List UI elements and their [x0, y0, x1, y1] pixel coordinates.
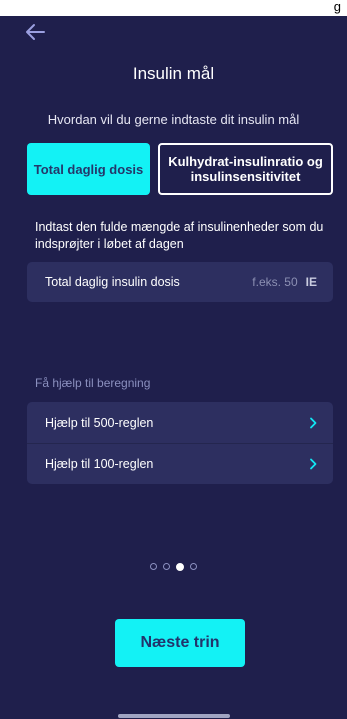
- page-dot: [190, 563, 197, 570]
- back-button[interactable]: [23, 20, 47, 44]
- page-dot: [176, 562, 184, 571]
- page-dot: [150, 563, 157, 570]
- page-indicator: [0, 562, 347, 571]
- page-title: Insulin mål: [132, 64, 215, 83]
- dose-unit: IE: [305, 275, 317, 289]
- chevron-right-icon: [307, 458, 319, 470]
- total-dose-input-row[interactable]: Total daglig insulin dosis IE: [27, 262, 333, 302]
- total-dose-input[interactable]: [225, 275, 306, 289]
- status-bar: g: [0, 0, 347, 16]
- page-dot: [163, 563, 170, 570]
- insulin-goal-screen: g Insulin mål Hvordan vil du gerne indta…: [0, 0, 347, 719]
- total-dose-label: Total daglig insulin dosis: [45, 275, 180, 289]
- help-section-title: Få hjælp til beregning: [35, 376, 151, 390]
- carb-ratio-sensitivity-label: Kulhydrat-insulinratio og insulinsensiti…: [168, 154, 323, 184]
- status-bar-fragment: g: [333, 0, 341, 14]
- next-step-button[interactable]: Næste trin: [115, 619, 245, 667]
- entry-method-prompt: Hvordan vil du gerne indtaste dit insuli…: [47, 112, 300, 127]
- carb-ratio-sensitivity-option[interactable]: Kulhydrat-insulinratio og insulinsensiti…: [158, 143, 333, 195]
- help-100-rule-label: Hjælp til 100-reglen: [45, 457, 154, 471]
- help-500-rule-item[interactable]: Hjælp til 500-reglen: [27, 402, 333, 443]
- help-list: Hjælp til 500-reglen Hjælp til 100-regle…: [27, 402, 333, 484]
- total-daily-dose-label: Total daglig dosis: [33, 161, 144, 177]
- help-500-rule-label: Hjælp til 500-reglen: [45, 415, 154, 430]
- total-daily-dose-option[interactable]: Total daglig dosis: [27, 143, 150, 195]
- back-arrow-icon: [26, 24, 45, 40]
- dose-description: Indtast den fulde mængde af insulinenhed…: [35, 220, 324, 251]
- home-indicator: [118, 714, 230, 718]
- help-100-rule-item[interactable]: Hjælp til 100-reglen: [27, 443, 333, 484]
- chevron-right-icon: [307, 417, 319, 429]
